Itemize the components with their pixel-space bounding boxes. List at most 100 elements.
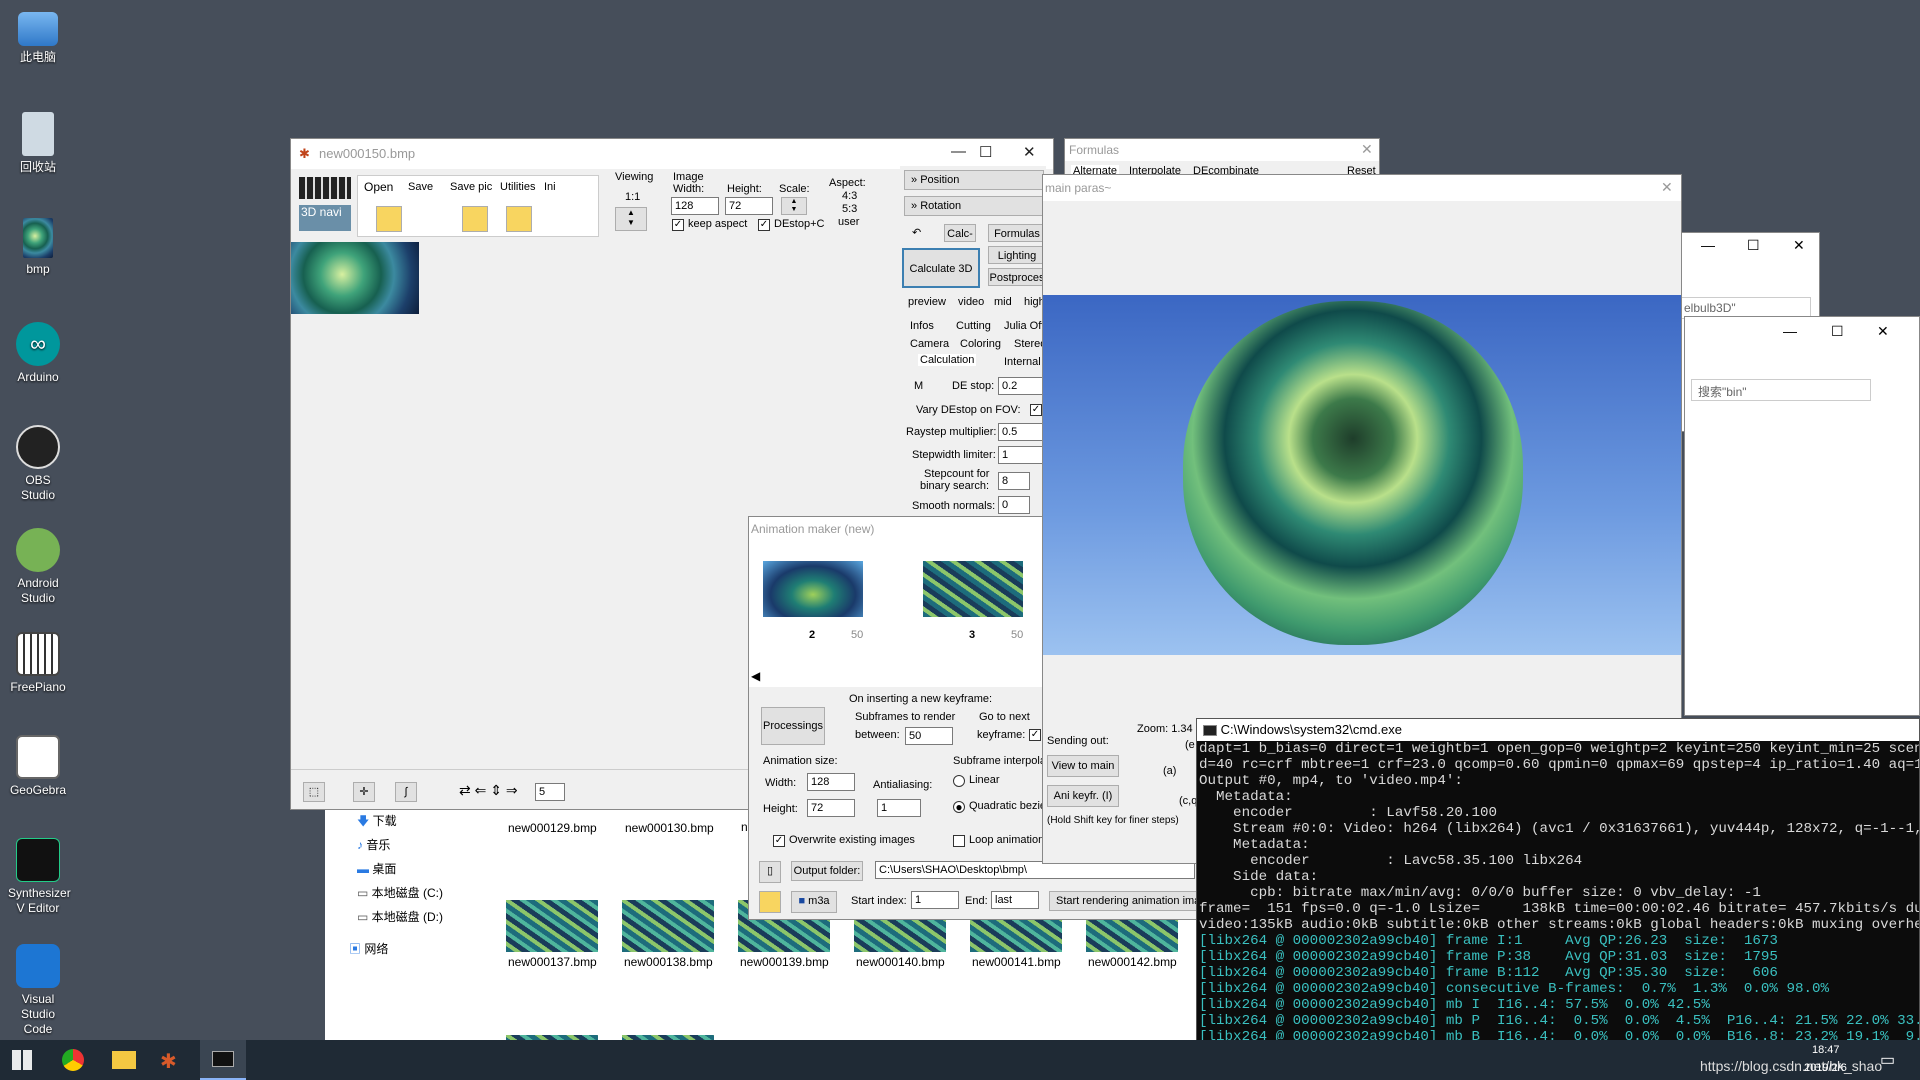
clock-time[interactable]: 18:47 [1812,1044,1840,1056]
file-item[interactable]: new000129.bmp [508,820,598,836]
tab-save-pic[interactable]: Save pic [450,181,492,193]
windows-start-icon[interactable] [12,1050,32,1070]
open-folder-icon[interactable] [759,891,781,913]
processings-button[interactable]: Processings [761,707,825,745]
notification-icon[interactable]: ▭ [1880,1050,1895,1070]
vary-destop-checkbox[interactable]: ✓ [1030,404,1042,416]
close-button[interactable]: ✕ [1793,237,1805,254]
tab-open[interactable]: Open [364,180,393,194]
desktop-icon-vscode[interactable]: Visual Studio Code [8,944,68,1037]
desktop-icon-arduino[interactable]: ∞ Arduino [8,322,68,385]
desktop-icon-obs[interactable]: OBS Studio [8,425,68,503]
desktop-icon-android-studio[interactable]: Android Studio [8,528,68,606]
loop-checkbox[interactable] [953,835,965,847]
file-item[interactable]: new000141.bmp [972,955,1062,969]
postprocess-button[interactable]: Postproces [988,268,1046,286]
tab-coloring[interactable]: Coloring [960,338,1001,350]
nav-3d-button[interactable]: 3D navi [299,205,351,231]
scale-spinner[interactable]: ▲ ▼ [781,197,807,215]
close-button[interactable]: ✕ [1361,141,1373,158]
lighting-button[interactable]: Lighting [988,246,1046,264]
open-image-icon[interactable] [462,206,488,232]
select-zoom-icon[interactable]: ⬚ [303,782,325,802]
undo-icon[interactable]: ↶ [912,226,921,239]
render-view[interactable] [1043,295,1681,655]
video-option[interactable]: video [958,296,984,308]
maximize-button[interactable]: ☐ [1747,237,1760,254]
open-txt-icon[interactable] [506,206,532,232]
end-input[interactable]: last [991,891,1039,909]
sidebar-item-desktop[interactable]: ▬ 桌面 [357,860,396,877]
keyframe-thumbnail[interactable] [923,561,1023,617]
tab-ini[interactable]: Ini [544,181,556,193]
file-item[interactable]: new000130.bmp [625,820,715,836]
stepwidth-input[interactable]: 1 [998,446,1044,464]
arrows-icon[interactable]: ⇄ ⇐ ⇕ ⇒ [459,782,518,799]
start-rendering-button[interactable]: Start rendering animation imag [1049,891,1197,911]
open-folder-icon[interactable] [376,206,402,232]
overwrite-checkbox[interactable]: ✓ [773,835,785,847]
go-next-checkbox[interactable]: ✓ [1029,729,1041,741]
rotation-button[interactable]: » Rotation [904,196,1044,216]
formulas-button[interactable]: Formulas [988,224,1046,242]
file-item[interactable]: new000137.bmp [508,955,598,969]
sidebar-item-drive-d[interactable]: ▭ 本地磁盘 (D:) [357,908,443,925]
close-button[interactable]: ✕ [1023,143,1036,161]
de-stop-input[interactable]: 0.2 [998,377,1044,395]
minimize-button[interactable]: — [951,143,966,160]
destop-c-checkbox[interactable]: ✓ [758,219,770,231]
keep-aspect-checkbox[interactable]: ✓ [672,219,684,231]
calculate-3d-button[interactable]: Calculate 3D [902,248,980,288]
tab-calculation[interactable]: Calculation [918,354,977,366]
anim-height-input[interactable]: 72 [807,799,855,817]
chrome-icon[interactable] [62,1049,84,1071]
anim-width-input[interactable]: 128 [807,773,855,791]
tab-save[interactable]: Save [408,181,433,193]
ani-keyframe-button[interactable]: Ani keyfr. (I) [1047,785,1119,807]
sidebar-item-drive-c[interactable]: ▭ 本地磁盘 (C:) [357,884,443,901]
curve-icon[interactable]: ∫ [395,782,417,802]
step-input[interactable]: 5 [535,783,565,801]
aspect-option[interactable]: 5:3 [842,203,857,215]
mid-option[interactable]: mid [994,296,1012,308]
sidebar-item-downloads[interactable]: 🡇 下载 [357,812,397,833]
mandelbulber-icon[interactable]: ✱ [160,1049,182,1073]
file-item[interactable]: new000138.bmp [624,955,714,969]
viewing-spinner[interactable]: ▲ ▼ [615,207,647,231]
file-item[interactable]: new000140.bmp [856,955,946,969]
file-item[interactable]: new000142.bmp [1088,955,1178,969]
tab-cutting[interactable]: Cutting [956,320,991,332]
maximize-button[interactable]: ☐ [979,143,992,161]
scroll-left-icon[interactable]: ◀ [751,669,760,683]
file-thumbnail[interactable] [622,900,714,952]
tab-julia-off[interactable]: Julia Off [1004,320,1044,332]
film-icon[interactable] [299,177,351,199]
sidebar-item-music[interactable]: ♪ 音乐 [357,836,390,853]
calc-button[interactable]: Calc- [944,224,976,242]
quadratic-radio[interactable]: ● [953,801,965,813]
search-input[interactable]: 搜索"bin" [1691,379,1871,401]
tab-internal[interactable]: Internal [1004,356,1041,368]
preview-option[interactable]: preview [908,296,946,308]
view-to-main-button[interactable]: View to main [1047,755,1119,777]
close-button[interactable]: ✕ [1661,179,1673,196]
desktop-icon-synthesizer-v[interactable]: Synthesizer V Editor [8,838,71,916]
stepcount-input[interactable]: 8 [998,472,1030,490]
tab-camera[interactable]: Camera [910,338,949,350]
desktop-icon-bmp[interactable]: bmp [8,218,68,277]
close-button[interactable]: ✕ [1877,323,1889,340]
file-item[interactable]: new000139.bmp [740,955,830,969]
position-button[interactable]: » Position [904,170,1044,190]
desktop-icon-geogebra[interactable]: GeoGebra [8,735,68,798]
output-folder-button[interactable]: Output folder: [791,861,863,881]
desktop-icon-recycle-bin[interactable]: 回收站 [8,112,68,175]
new-file-icon[interactable]: ▯ [759,861,781,883]
minimize-button[interactable]: — [1783,323,1797,339]
file-explorer-icon[interactable] [112,1051,136,1069]
sidebar-item-network[interactable]: ▣ 网络 [349,940,388,957]
desktop-icon-freepiano[interactable]: FreePiano [8,632,68,695]
start-index-input[interactable]: 1 [911,891,959,909]
raystep-input[interactable]: 0.5 [998,423,1044,441]
tab-infos[interactable]: Infos [910,320,934,332]
antialiasing-input[interactable]: 1 [877,799,921,817]
